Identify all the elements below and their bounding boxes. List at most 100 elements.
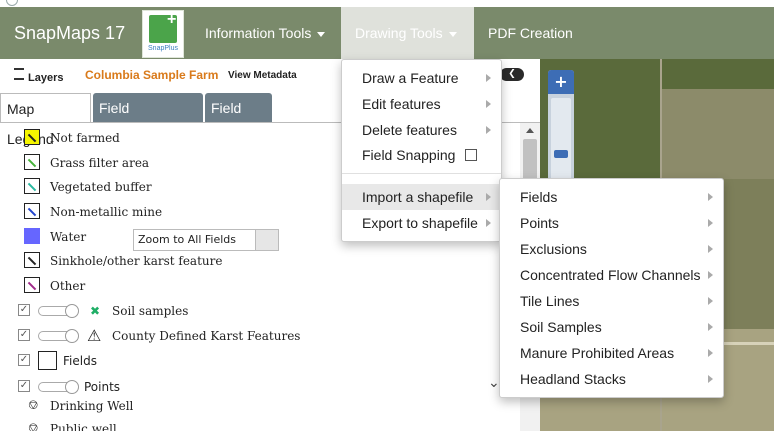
menu-item-label: Import a shapefile bbox=[362, 189, 474, 205]
fields-checkbox[interactable]: ✓ bbox=[18, 354, 30, 366]
soil-samples-checkbox[interactable]: ✓ bbox=[18, 304, 30, 316]
submenu-item-concentrated-flow-channels[interactable]: Concentrated Flow Channels bbox=[500, 262, 723, 288]
legend-label: Vegetated buffer bbox=[50, 180, 152, 194]
menu-item-label: Delete features bbox=[362, 122, 457, 138]
farm-name: Columbia Sample Farm bbox=[85, 68, 219, 82]
chevron-right-icon bbox=[486, 100, 491, 108]
legend-label: Grass filter area bbox=[50, 156, 150, 170]
zoom-in-button[interactable]: + bbox=[548, 70, 574, 94]
legend-label: Not farmed bbox=[50, 131, 120, 145]
legend-label: Sinkhole/other karst feature bbox=[50, 254, 223, 268]
legend-swatch-not-farmed bbox=[24, 129, 40, 145]
well-icon: ⎊ bbox=[28, 398, 39, 413]
view-metadata-link[interactable]: View Metadata bbox=[228, 70, 297, 81]
snapplus-logo: + SnapPlus bbox=[142, 10, 184, 58]
menu-item-export-shapefile[interactable]: Export to shapefile bbox=[342, 210, 501, 236]
menu-label: Drawing Tools bbox=[355, 25, 443, 41]
tab-map-legend[interactable]: Map Legend bbox=[0, 93, 91, 147]
menu-item-label: Manure Prohibited Areas bbox=[520, 345, 675, 361]
scroll-up-icon[interactable] bbox=[526, 128, 534, 133]
layer-label: Points bbox=[84, 380, 121, 394]
zoom-slider-handle[interactable] bbox=[554, 150, 568, 158]
legend-label: Other bbox=[50, 279, 86, 293]
submenu-item-headland-stacks[interactable]: Headland Stacks bbox=[500, 366, 723, 392]
submenu-item-exclusions[interactable]: Exclusions bbox=[500, 236, 723, 262]
chevron-right-icon bbox=[708, 349, 713, 357]
submenu-item-points[interactable]: Points bbox=[500, 210, 723, 236]
layers-icon bbox=[14, 68, 24, 80]
zoom-select-value: Zoom to All Fields bbox=[138, 233, 237, 246]
slider-knob[interactable] bbox=[65, 380, 79, 394]
karst-opacity-slider[interactable] bbox=[38, 329, 79, 343]
menu-pdf-creation[interactable]: PDF Creation bbox=[474, 7, 600, 89]
zoom-select-button[interactable] bbox=[255, 230, 278, 250]
menu-drawing-tools[interactable]: Drawing Tools bbox=[341, 7, 474, 59]
menu-item-draw-feature[interactable]: Draw a Feature bbox=[342, 65, 501, 91]
submenu-item-fields[interactable]: Fields bbox=[500, 184, 723, 210]
menu-item-label: Headland Stacks bbox=[520, 371, 626, 387]
reload-icon[interactable] bbox=[6, 0, 18, 6]
submenu-item-manure-prohibited-areas[interactable]: Manure Prohibited Areas bbox=[500, 340, 723, 366]
app-title: SnapMaps 17 bbox=[14, 23, 126, 43]
legend-swatch-other bbox=[24, 277, 40, 293]
chevron-right-icon bbox=[708, 219, 713, 227]
chevron-right-icon bbox=[486, 219, 491, 227]
tab-field-properties[interactable]: Field Properties bbox=[93, 93, 203, 146]
chevron-right-icon bbox=[708, 245, 713, 253]
menu-item-field-snapping[interactable]: Field Snapping bbox=[342, 142, 501, 168]
menu-item-label: Concentrated Flow Channels bbox=[520, 267, 701, 283]
menu-information-tools[interactable]: Information Tools bbox=[191, 7, 341, 59]
chevron-right-icon bbox=[708, 193, 713, 201]
menu-item-label: Export to shapefile bbox=[362, 215, 478, 231]
zoom-fields-select[interactable]: Zoom to All Fields bbox=[133, 229, 279, 251]
points-checkbox[interactable]: ✓ bbox=[18, 380, 30, 392]
legend-swatch-sinkhole bbox=[24, 252, 40, 268]
import-shapefile-submenu: Fields Points Exclusions Concentrated Fl… bbox=[499, 178, 724, 398]
menu-item-edit-features[interactable]: Edit features bbox=[342, 91, 501, 117]
soil-samples-opacity-slider[interactable] bbox=[38, 304, 79, 318]
map-zoom-control: + bbox=[548, 70, 574, 182]
tab-field-list[interactable]: Field List bbox=[205, 93, 272, 146]
chevron-right-icon bbox=[486, 126, 491, 134]
menu-item-label: Fields bbox=[520, 189, 558, 205]
points-opacity-slider[interactable] bbox=[38, 380, 79, 394]
chevron-right-icon bbox=[708, 297, 713, 305]
field-snapping-checkbox[interactable] bbox=[465, 149, 477, 161]
logo-plus-icon: + bbox=[167, 11, 177, 28]
fields-swatch bbox=[38, 351, 57, 370]
legend-swatch-water bbox=[24, 228, 40, 244]
menu-item-label: Soil Samples bbox=[520, 319, 602, 335]
drawing-tools-menu: Draw a Feature Edit features Delete feat… bbox=[341, 59, 502, 242]
chevron-down-icon[interactable]: ⌄ bbox=[488, 375, 500, 391]
menu-label: Information Tools bbox=[205, 25, 312, 41]
slider-knob[interactable] bbox=[65, 304, 79, 318]
menu-item-label: Field Snapping bbox=[362, 147, 456, 163]
menu-item-label: Points bbox=[520, 215, 559, 231]
caret-down-icon bbox=[317, 31, 326, 37]
chevron-right-icon bbox=[486, 193, 491, 201]
public-well-icon: ⎊ bbox=[28, 421, 39, 431]
legend-swatch-grass-filter bbox=[24, 154, 40, 170]
submenu-item-tile-lines[interactable]: Tile Lines bbox=[500, 288, 723, 314]
chevron-right-icon bbox=[708, 323, 713, 331]
layer-label: Soil samples bbox=[112, 304, 189, 318]
menu-item-import-shapefile[interactable]: Import a shapefile bbox=[342, 184, 501, 210]
legend-swatch-non-metallic-mine bbox=[24, 203, 40, 219]
collapse-panel-button[interactable]: ❮ bbox=[500, 68, 524, 81]
chevron-right-icon bbox=[708, 271, 713, 279]
top-navbar: SnapMaps 17 + SnapPlus Information Tools… bbox=[0, 7, 774, 89]
soil-sample-icon: ✖ bbox=[90, 304, 101, 318]
menu-item-label: Tile Lines bbox=[520, 293, 580, 309]
menu-item-label: Exclusions bbox=[520, 241, 587, 257]
karst-checkbox[interactable]: ✓ bbox=[18, 329, 30, 341]
slider-knob[interactable] bbox=[65, 329, 79, 343]
menu-item-delete-features[interactable]: Delete features bbox=[342, 117, 501, 143]
menu-item-label: Draw a Feature bbox=[362, 70, 459, 86]
submenu-item-soil-samples[interactable]: Soil Samples bbox=[500, 314, 723, 340]
warning-triangle-icon: ⚠ bbox=[87, 326, 102, 345]
layers-button[interactable]: Layers bbox=[14, 68, 63, 84]
zoom-slider[interactable] bbox=[551, 98, 571, 180]
caret-down-icon bbox=[448, 31, 457, 37]
logo-text: SnapPlus bbox=[148, 45, 178, 52]
legend-label: Non-metallic mine bbox=[50, 205, 163, 219]
